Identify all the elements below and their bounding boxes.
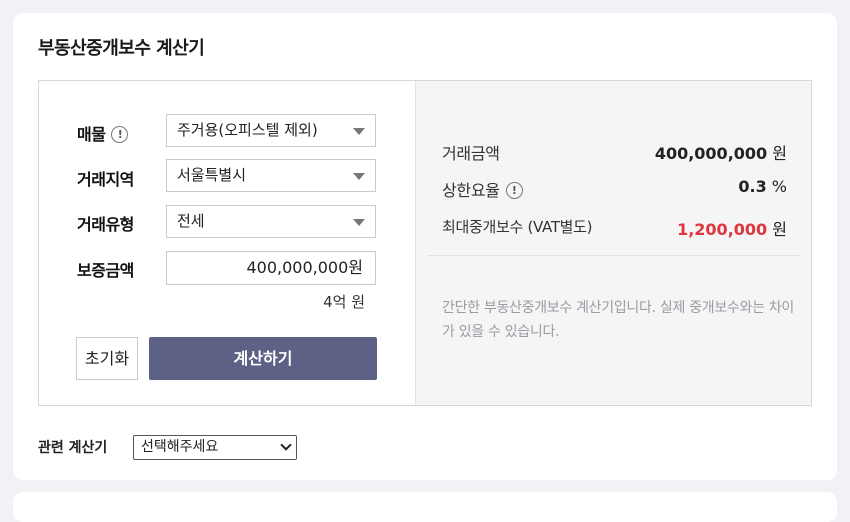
reset-button[interactable]: 초기화	[76, 337, 138, 380]
deal-amount-value: 400,000,000 원	[655, 140, 787, 164]
max-fee-value: 1,200,000 원	[677, 216, 787, 240]
chevron-down-icon	[280, 439, 292, 451]
rate-label-row: 상한요율!	[442, 177, 523, 201]
max-fee-number: 1,200,000	[677, 220, 768, 239]
dropdown-arrow-icon	[353, 128, 365, 135]
amount-input[interactable]: 400,000,000원	[166, 251, 376, 285]
property-select[interactable]: 주거용(오피스텔 제외)	[166, 114, 376, 147]
region-select[interactable]: 서울특별시	[166, 159, 376, 192]
dropdown-arrow-icon	[353, 173, 365, 180]
property-label: 매물	[77, 125, 106, 144]
amount-hint: 4억 원	[323, 293, 365, 311]
amount-label: 보증금액	[77, 261, 134, 280]
rate-label: 상한요율	[442, 181, 500, 200]
type-label: 거래유형	[77, 215, 134, 234]
related-calculator-select[interactable]: 선택해주세요	[133, 435, 297, 460]
related-calculator-label: 관련 계산기	[38, 440, 108, 456]
type-select[interactable]: 전세	[166, 205, 376, 238]
page-title: 부동산중개보수 계산기	[38, 38, 205, 59]
result-panel: 거래금액 400,000,000 원 상한요율! 0.3 % 최대중개보수 (V…	[415, 81, 811, 405]
calculator-box: 매물! 주거용(오피스텔 제외) 거래지역 서울특별시 거래유형 전세 보증금액…	[38, 80, 812, 406]
deal-amount-unit: 원	[772, 144, 787, 163]
type-select-value: 전세	[177, 212, 205, 230]
property-label-row: 매물!	[77, 121, 129, 145]
rate-unit: %	[771, 177, 787, 196]
info-icon[interactable]: !	[505, 182, 523, 199]
region-label: 거래지역	[77, 170, 134, 189]
deal-amount-label: 거래금액	[442, 144, 500, 163]
related-select-value: 선택해주세요	[141, 439, 219, 455]
deal-amount-number: 400,000,000	[654, 144, 768, 163]
input-panel: 매물! 주거용(오피스텔 제외) 거래지역 서울특별시 거래유형 전세 보증금액…	[39, 81, 415, 405]
disclaimer-note: 간단한 부동산중개보수 계산기입니다. 실제 중개보수와는 차이가 있을 수 있…	[442, 300, 794, 340]
max-fee-label: 최대중개보수 (VAT별도)	[442, 218, 593, 236]
result-divider	[428, 255, 800, 256]
region-select-value: 서울특별시	[177, 166, 247, 184]
max-fee-unit: 원	[772, 220, 787, 239]
property-select-value: 주거용(오피스텔 제외)	[177, 121, 318, 139]
rate-value: 0.3 %	[738, 177, 787, 196]
calculator-card: 부동산중개보수 계산기 매물! 주거용(오피스텔 제외) 거래지역 서울특별시 …	[13, 13, 837, 480]
next-card	[13, 492, 837, 522]
dropdown-arrow-icon	[353, 219, 365, 226]
calculate-button[interactable]: 계산하기	[149, 337, 377, 380]
rate-number: 0.3	[738, 177, 767, 196]
info-icon[interactable]: !	[111, 126, 129, 143]
